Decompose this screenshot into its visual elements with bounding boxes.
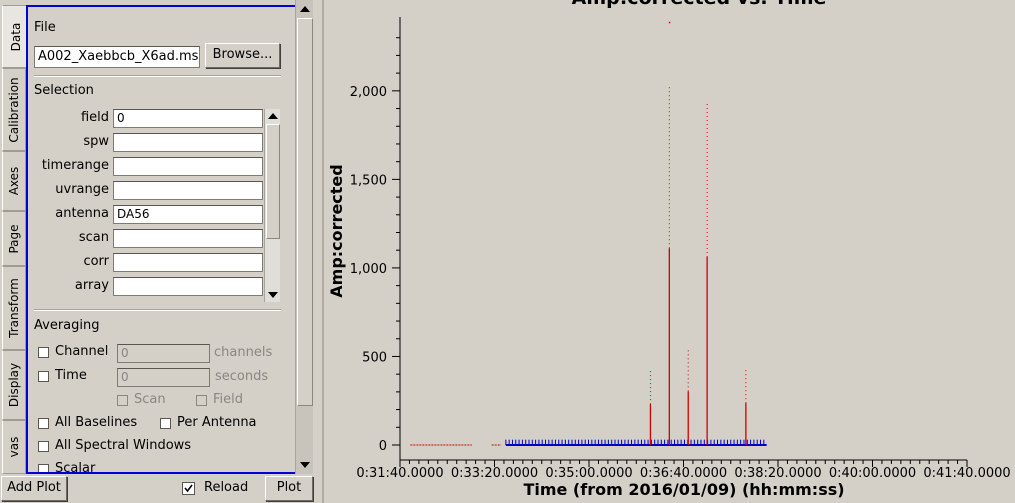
corr-label: corr <box>83 254 109 269</box>
averaging-heading: Averaging <box>34 318 100 333</box>
uvrange-label: uvrange <box>55 182 109 197</box>
array-input[interactable] <box>113 277 263 296</box>
time-label: Time <box>55 368 87 383</box>
antenna-input[interactable]: DA56 <box>113 205 263 224</box>
all-baselines-checkbox[interactable] <box>38 418 49 429</box>
tab-transform[interactable]: Transform <box>2 266 26 350</box>
scroll-down-icon[interactable] <box>268 292 278 298</box>
settings-tab-strip: Data Calibration Axes Page Transform Dis… <box>0 0 28 474</box>
field-avg-label: Field <box>213 392 244 407</box>
tab-display[interactable]: Display <box>2 350 26 420</box>
per-antenna-label: Per Antenna <box>177 415 257 430</box>
scalar-label: Scalar <box>55 461 96 474</box>
file-heading: File <box>34 20 56 35</box>
plot-settings-panel: Data Calibration Axes Page Transform Dis… <box>0 0 318 503</box>
per-antenna-checkbox[interactable] <box>160 418 171 429</box>
x-tick-label: 0:40:00.0000 <box>829 466 916 481</box>
tab-page[interactable]: Page <box>2 211 26 266</box>
plot-canvas[interactable]: Amp:corrected vs. Time 0 500 1,000 1,500 2,00… <box>322 0 1015 503</box>
y-tick-label: 1,000 <box>350 262 387 277</box>
tab-axes-label: Axes <box>7 166 21 196</box>
seconds-unit: seconds <box>215 369 269 384</box>
selection-heading: Selection <box>34 83 94 98</box>
channel-avg-input[interactable]: 0 <box>117 344 210 363</box>
panel-scroll-thumb[interactable] <box>297 18 313 406</box>
tab-display-label: Display <box>7 362 21 408</box>
reload-label: Reload <box>204 480 249 495</box>
scan-checkbox[interactable] <box>117 395 128 406</box>
field-checkbox[interactable] <box>196 395 207 406</box>
scroll-up-icon[interactable] <box>300 6 310 12</box>
tab-axes[interactable]: Axes <box>2 151 26 211</box>
scan-input[interactable] <box>113 229 263 248</box>
tab-data-label: Data <box>8 22 23 51</box>
scan-avg-label: Scan <box>134 392 166 407</box>
spw-label: spw <box>83 134 109 149</box>
time-avg-input[interactable]: 0 <box>117 368 210 387</box>
scan-label: scan <box>78 230 109 245</box>
y-tick-label: 0 <box>379 439 387 454</box>
plot-button[interactable]: Plot <box>265 476 313 501</box>
divider <box>34 75 281 77</box>
browse-button[interactable]: Browse... <box>205 43 280 68</box>
spw-input[interactable] <box>113 133 263 152</box>
x-tick-label: 0:36:40.0000 <box>640 466 727 481</box>
y-axis-label: Amp:corrected <box>327 164 346 297</box>
selection-scrollbar[interactable] <box>264 109 280 302</box>
chart-title: Amp:corrected vs. Time <box>572 0 827 9</box>
scroll-down-icon[interactable] <box>300 462 310 468</box>
selection-scroll-thumb[interactable] <box>266 124 280 239</box>
channel-checkbox[interactable] <box>38 347 49 358</box>
timerange-input[interactable] <box>113 157 263 176</box>
tab-transform-label: Transform <box>7 278 21 338</box>
scroll-up-icon[interactable] <box>268 113 278 119</box>
all-spw-label: All Spectral Windows <box>55 438 192 453</box>
all-baselines-label: All Baselines <box>55 415 138 430</box>
field-label: field <box>80 110 109 125</box>
x-tick-label: 0:33:20.0000 <box>451 466 538 481</box>
tab-calibration-label: Calibration <box>7 76 21 143</box>
tab-canvas-label: vas <box>7 436 21 458</box>
panel-scrollbar[interactable] <box>295 0 313 474</box>
time-checkbox[interactable] <box>38 371 49 382</box>
x-tick-label: 0:35:00.0000 <box>545 466 632 481</box>
x-axis-label: Time (from 2016/01/09) (hh:mm:ss) <box>523 480 844 499</box>
divider <box>34 309 281 311</box>
channel-label: Channel <box>55 344 109 359</box>
scalar-checkbox[interactable] <box>38 464 49 472</box>
amp-vs-time-chart: Amp:corrected vs. Time 0 500 1,000 1,500 2,00… <box>327 0 1011 499</box>
x-tick-label: 0:31:40.0000 <box>356 466 443 481</box>
y-tick-label: 1,500 <box>350 173 387 188</box>
uvrange-input[interactable] <box>113 181 263 200</box>
tab-data[interactable]: Data <box>2 5 28 68</box>
red-outlier-point <box>668 21 671 24</box>
tab-canvas[interactable]: vas <box>2 420 26 474</box>
reload-checkbox[interactable] <box>182 482 195 495</box>
add-plot-button[interactable]: Add Plot <box>1 476 67 501</box>
file-path-input[interactable]: A002_Xaebbcb_X6ad.ms <box>34 46 200 68</box>
tab-calibration[interactable]: Calibration <box>2 68 26 151</box>
x-tick-label: 0:41:40.0000 <box>923 466 1010 481</box>
x-tick-label: 0:38:20.0000 <box>734 466 821 481</box>
tab-page-label: Page <box>7 223 21 254</box>
checkmark-icon <box>184 484 193 493</box>
array-label: array <box>74 278 109 293</box>
data-tab-form: File A002_Xaebbcb_X6ad.ms Browse... Sele… <box>26 5 295 474</box>
all-spw-checkbox[interactable] <box>38 441 49 452</box>
corr-input[interactable] <box>113 253 263 272</box>
channels-unit: channels <box>214 345 273 360</box>
y-tick-label: 500 <box>362 350 387 365</box>
field-input[interactable]: 0 <box>113 109 263 128</box>
antenna-label: antenna <box>55 206 109 221</box>
timerange-label: timerange <box>41 158 109 173</box>
y-tick-label: 2,000 <box>350 85 387 100</box>
